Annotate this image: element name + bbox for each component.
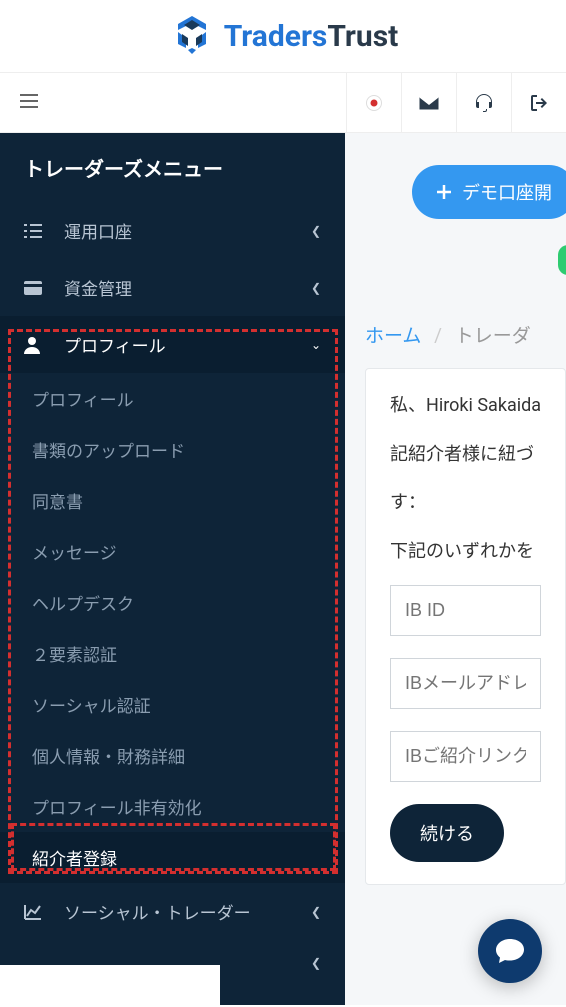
sidebar-item-accounts[interactable]: 運用口座 ❮ xyxy=(0,202,345,259)
logo-icon xyxy=(168,12,216,60)
headset-icon[interactable] xyxy=(456,73,511,133)
chevron-left-icon: ❮ xyxy=(311,956,321,970)
submenu-item-personal-financial[interactable]: 個人情報・財務詳細 xyxy=(0,730,345,781)
mail-icon[interactable] xyxy=(401,73,456,133)
card-text-3: す： xyxy=(390,488,541,519)
breadcrumb-current: トレーダ xyxy=(455,324,531,347)
card-text-4: 下記のいずれかを xyxy=(390,537,541,568)
sidebar-title: トレーダーズメニュー xyxy=(0,133,345,202)
submenu-item-social-auth[interactable]: ソーシャル認証 xyxy=(0,679,345,730)
chevron-left-icon: ❮ xyxy=(311,224,321,238)
referrer-form-card: 私、Hiroki Sakaida 記紹介者様に紐づ す： 下記のいずれかを 続け… xyxy=(365,368,566,885)
chat-icon xyxy=(495,937,525,965)
submenu-item-helpdesk[interactable]: ヘルプデスク xyxy=(0,577,345,628)
card-text-2: 記紹介者様に紐づ xyxy=(390,440,541,471)
wallet-icon xyxy=(24,281,48,295)
list-icon xyxy=(24,224,48,238)
topbar xyxy=(0,73,566,133)
sidebar-item-label: 運用口座 xyxy=(64,218,132,243)
sidebar-item-social-trader[interactable]: ソーシャル・トレーダー ❮ xyxy=(0,883,345,940)
sidebar-item-funds[interactable]: 資金管理 ❮ xyxy=(0,259,345,316)
sidebar-item-profile[interactable]: プロフィール ⌄ xyxy=(0,316,345,373)
flag-jp-icon xyxy=(366,95,382,111)
ib-email-input[interactable] xyxy=(390,658,541,709)
breadcrumb-home[interactable]: ホーム xyxy=(365,324,421,347)
ib-link-input[interactable] xyxy=(390,731,541,782)
card-text-1: 私、Hiroki Sakaida xyxy=(390,391,541,422)
plus-icon xyxy=(436,184,452,200)
logo[interactable]: TradersTrust xyxy=(168,12,399,60)
sidebar-item-label: プロフィール xyxy=(64,332,166,357)
logo-text: TradersTrust xyxy=(224,19,399,54)
submenu-item-referrer-register[interactable]: 紹介者登録 xyxy=(0,832,345,883)
chevron-left-icon: ❮ xyxy=(311,905,321,919)
submenu-item-2fa[interactable]: ２要素認証 xyxy=(0,628,345,679)
language-flag-jp[interactable] xyxy=(346,73,401,133)
submenu-profile: プロフィール 書類のアップロード 同意書 メッセージ ヘルプデスク ２要素認証 … xyxy=(0,373,345,883)
submenu-item-deactivate[interactable]: プロフィール非有効化 xyxy=(0,781,345,832)
hamburger-menu-icon[interactable] xyxy=(0,92,58,113)
logout-icon[interactable] xyxy=(511,73,566,133)
breadcrumb-separator: / xyxy=(434,324,442,347)
ib-id-input[interactable] xyxy=(390,585,541,636)
main-content: デモ口座開 ホーム / トレーダ 私、Hiroki Sakaida 記紹介者様に… xyxy=(345,133,566,1005)
sidebar-item-label: ソーシャル・トレーダー xyxy=(64,899,251,924)
chevron-down-icon: ⌄ xyxy=(311,338,321,352)
chevron-left-icon: ❮ xyxy=(311,281,321,295)
breadcrumb: ホーム / トレーダ xyxy=(345,321,566,348)
submenu-item-messages[interactable]: メッセージ xyxy=(0,526,345,577)
chart-icon xyxy=(24,904,48,920)
submenu-item-profile[interactable]: プロフィール xyxy=(0,373,345,424)
bottom-cutout xyxy=(0,965,220,1005)
demo-account-button[interactable]: デモ口座開 xyxy=(412,165,566,219)
topbar-right xyxy=(346,73,566,132)
submenu-item-upload-docs[interactable]: 書類のアップロード xyxy=(0,424,345,475)
submenu-item-consent[interactable]: 同意書 xyxy=(0,475,345,526)
sidebar: トレーダーズメニュー 運用口座 ❮ 資金管理 ❮ プロフィール ⌄ プロフィール… xyxy=(0,133,345,1005)
sidebar-item-label: 資金管理 xyxy=(64,275,132,300)
chat-bubble-button[interactable] xyxy=(478,919,542,983)
continue-button[interactable]: 続ける xyxy=(390,804,504,862)
green-indicator[interactable] xyxy=(558,245,566,275)
user-icon xyxy=(24,336,48,354)
header-logo: TradersTrust xyxy=(0,0,566,73)
